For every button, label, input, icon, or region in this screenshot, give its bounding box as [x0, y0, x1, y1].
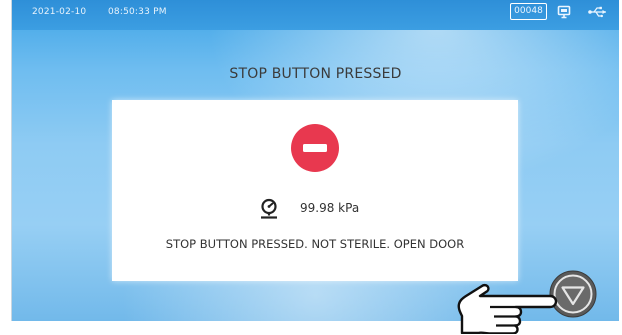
cycle-counter: 00048: [510, 3, 547, 20]
usb-icon: [587, 4, 609, 23]
pressure-value: 99.98 kPa: [300, 201, 360, 215]
alert-headline: STOP BUTTON PRESSED: [229, 66, 402, 82]
alert-card: 99.98 kPa STOP BUTTON PRESSED. NOT STERI…: [112, 100, 518, 281]
pointing-hand-icon: [450, 276, 562, 335]
alert-message: STOP BUTTON PRESSED. NOT STERILE. OPEN D…: [165, 237, 465, 251]
status-time: 08:50:33 PM: [108, 7, 167, 17]
pressure-gauge-icon: [258, 198, 280, 224]
status-date: 2021-02-10: [32, 7, 87, 17]
pressure-row: 99.98 kPa: [112, 198, 518, 220]
stop-icon: [290, 123, 340, 177]
screen: 2021-02-10 08:50:33 PM 00048 STOP BUTTON…: [0, 0, 622, 335]
screen-share-icon[interactable]: [557, 4, 571, 23]
touch-display: 2021-02-10 08:50:33 PM 00048 STOP BUTTON…: [11, 0, 619, 321]
status-bar: 2021-02-10 08:50:33 PM 00048: [12, 0, 619, 30]
